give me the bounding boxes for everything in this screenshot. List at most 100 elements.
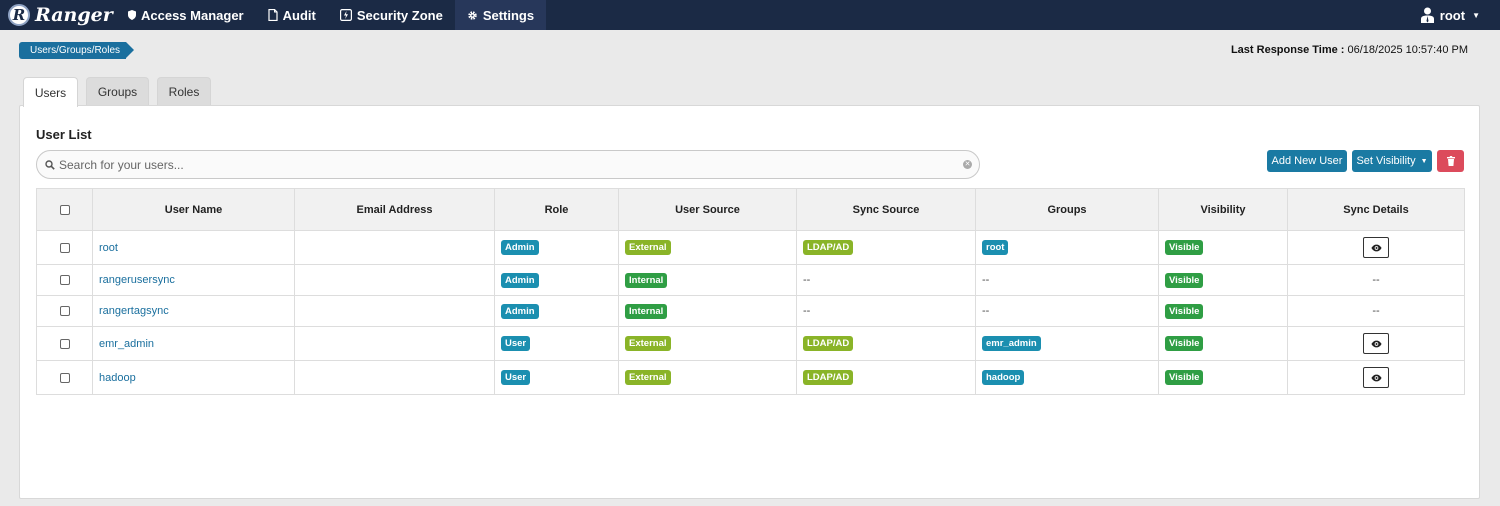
user-name-link[interactable]: root — [99, 242, 118, 254]
view-sync-details-button[interactable] — [1363, 333, 1389, 354]
user-source-badge: External — [625, 370, 671, 385]
select-all-header — [36, 188, 93, 231]
view-sync-details-button[interactable] — [1363, 237, 1389, 258]
sync-details-cell — [1287, 360, 1465, 395]
role-cell: Admin — [494, 230, 619, 265]
user-name-cell: hadoop — [92, 360, 295, 395]
row-checkbox[interactable] — [59, 372, 70, 383]
column-header[interactable]: Sync Details — [1287, 188, 1465, 231]
column-header[interactable]: Role — [494, 188, 619, 231]
users-table: User Name Email Address Role User Source… — [36, 188, 1465, 395]
user-menu[interactable]: root ▼ — [1420, 0, 1480, 30]
email-cell — [294, 230, 495, 265]
row-checkbox[interactable] — [59, 306, 70, 317]
search-box[interactable]: ✕ — [36, 150, 980, 179]
group-badge: hadoop — [982, 370, 1025, 385]
tab-roles-label: Roles — [168, 85, 200, 99]
groups-cell: -- — [975, 264, 1159, 296]
visibility-cell: Visible — [1158, 326, 1288, 361]
user-source-cell: Internal — [618, 295, 797, 327]
group-badge: emr_admin — [982, 336, 1041, 351]
row-select-cell — [36, 326, 93, 361]
email-cell — [294, 264, 495, 296]
nav-access-manager-label: Access Manager — [141, 7, 244, 23]
set-visibility-label: Set Visibility — [1356, 155, 1416, 167]
groups-cell: emr_admin — [975, 326, 1159, 361]
eye-icon — [1370, 244, 1382, 251]
user-source-cell: External — [618, 230, 797, 265]
nav-settings[interactable]: Settings — [454, 0, 547, 30]
nav-security-zone[interactable]: Security Zone — [328, 0, 455, 30]
breadcrumb: Users/Groups/Roles — [19, 42, 135, 59]
add-new-user-button[interactable]: Add New User — [1267, 150, 1347, 172]
select-all-checkbox[interactable] — [59, 204, 70, 215]
user-source-cell: External — [618, 326, 797, 361]
row-select-cell — [36, 295, 93, 327]
nav-audit[interactable]: Audit — [256, 0, 328, 30]
table-row: rangertagsync Admin Internal -- -- Visib… — [36, 295, 1465, 327]
delete-button[interactable] — [1437, 150, 1464, 172]
role-badge: Admin — [501, 272, 539, 288]
user-name-link[interactable]: rangertagsync — [99, 305, 169, 317]
breadcrumb-arrow — [126, 42, 135, 58]
role-cell: Admin — [494, 264, 619, 296]
eye-icon — [1370, 340, 1382, 347]
last-response-time-value: 06/18/2025 10:57:40 PM — [1347, 44, 1468, 56]
table-header-row: User Name Email Address Role User Source… — [36, 188, 1465, 231]
chevron-down-icon: ▼ — [1420, 157, 1428, 165]
user-source-badge: External — [625, 240, 671, 255]
column-header[interactable]: Sync Source — [796, 188, 976, 231]
set-visibility-button[interactable]: Set Visibility ▼ — [1352, 150, 1432, 172]
column-header[interactable]: Visibility — [1158, 188, 1288, 231]
user-source-cell: External — [618, 360, 797, 395]
role-badge: Admin — [501, 303, 539, 319]
row-checkbox[interactable] — [59, 242, 70, 253]
sync-source-cell: -- — [796, 264, 976, 296]
view-sync-details-button[interactable] — [1363, 367, 1389, 388]
user-name-cell: rangerusersync — [92, 264, 295, 296]
visibility-badge: Visible — [1165, 303, 1204, 319]
sync-source-badge: LDAP/AD — [803, 240, 854, 255]
sync-details-cell — [1287, 326, 1465, 361]
sync-source-badge: LDAP/AD — [803, 370, 854, 385]
role-cell: Admin — [494, 295, 619, 327]
visibility-cell: Visible — [1158, 360, 1288, 395]
user-source-badge: Internal — [625, 272, 668, 288]
visibility-badge: Visible — [1165, 370, 1204, 385]
row-checkbox[interactable] — [59, 275, 70, 286]
user-name-cell: root — [92, 230, 295, 265]
sync-source-cell: LDAP/AD — [796, 360, 976, 395]
tab-users[interactable]: Users — [23, 77, 78, 107]
user-name-link[interactable]: emr_admin — [99, 338, 154, 350]
sync-details-cell: -- — [1287, 264, 1465, 296]
sync-source-badge: LDAP/AD — [803, 336, 854, 351]
user-name-link[interactable]: hadoop — [99, 372, 136, 384]
sync-details-cell — [1287, 230, 1465, 265]
tab-users-label: Users — [34, 85, 67, 100]
tab-groups[interactable]: Groups — [86, 77, 149, 106]
column-header[interactable]: User Source — [618, 188, 797, 231]
tab-groups-label: Groups — [97, 85, 138, 99]
table-row: root Admin External LDAP/AD root Visible — [36, 230, 1465, 265]
row-select-cell — [36, 360, 93, 395]
file-icon — [268, 9, 278, 21]
role-cell: User — [494, 326, 619, 361]
tab-roles[interactable]: Roles — [157, 77, 211, 106]
column-header[interactable]: Groups — [975, 188, 1159, 231]
sync-details-cell: -- — [1287, 295, 1465, 327]
column-header[interactable]: User Name — [92, 188, 295, 231]
column-header[interactable]: Email Address — [294, 188, 495, 231]
search-input[interactable] — [59, 157, 963, 172]
user-name-link[interactable]: rangerusersync — [99, 274, 175, 286]
breadcrumb-item[interactable]: Users/Groups/Roles — [19, 42, 127, 59]
gear-icon — [467, 10, 478, 21]
row-checkbox[interactable] — [59, 338, 70, 349]
group-badge: root — [982, 240, 1009, 255]
top-navbar: R Ranger Access Manager Audit Security Z… — [0, 0, 1500, 30]
nav-access-manager[interactable]: Access Manager — [116, 0, 256, 30]
brand[interactable]: R Ranger — [0, 0, 116, 30]
visibility-cell: Visible — [1158, 295, 1288, 327]
user-name-cell: rangertagsync — [92, 295, 295, 327]
clear-search-icon[interactable]: ✕ — [963, 160, 972, 169]
nav-audit-label: Audit — [282, 7, 316, 23]
